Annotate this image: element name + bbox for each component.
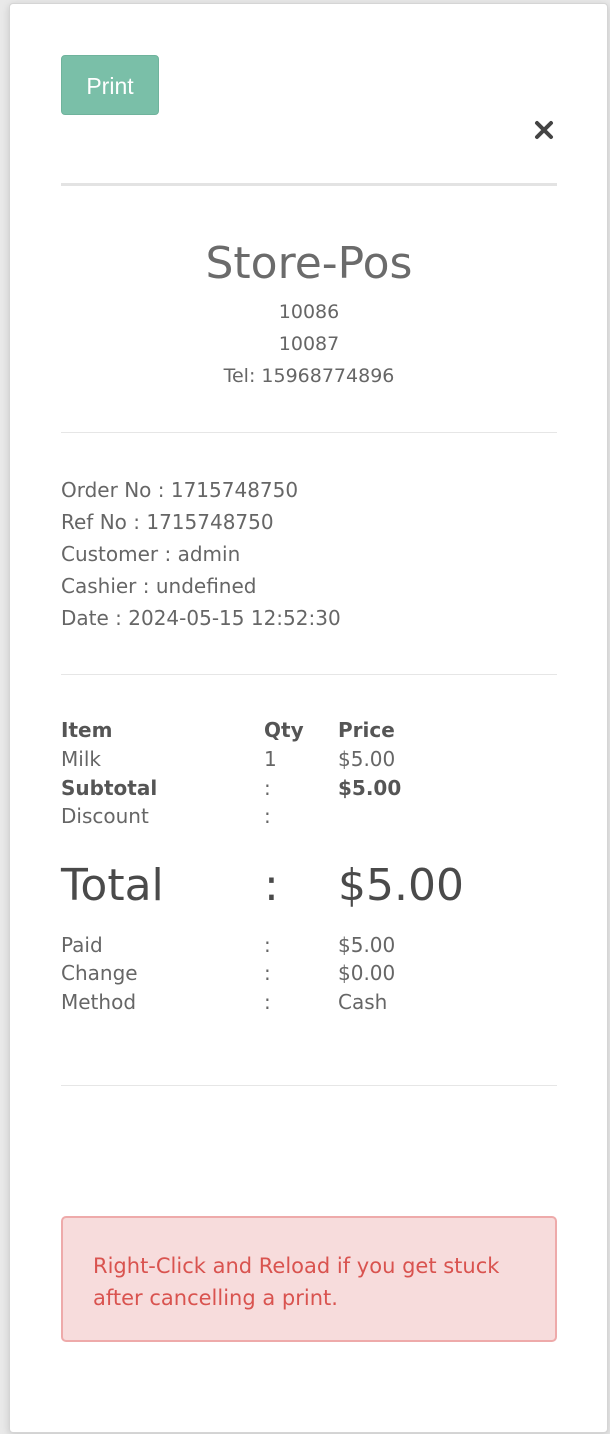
table-row: Milk 1 $5.00 xyxy=(61,745,557,773)
header-divider xyxy=(61,183,557,186)
table-header: Item Qty Price xyxy=(61,716,557,744)
divider xyxy=(61,674,557,675)
close-icon xyxy=(535,121,553,139)
method-row: Method : Cash xyxy=(61,988,557,1016)
total-row: Total : $5.00 xyxy=(61,856,557,916)
discount-separator: : xyxy=(264,804,271,828)
item-price: $5.00 xyxy=(338,747,396,771)
store-tel: Tel: 15968774896 xyxy=(223,365,395,387)
subtotal-row: Subtotal : $5.00 xyxy=(61,774,557,802)
change-value: $0.00 xyxy=(338,961,396,985)
change-label: Change xyxy=(61,961,138,985)
cashier: Cashier : undefined xyxy=(61,574,257,598)
receipt-modal: Print Store-Pos 10086 10087 Tel: 1596877… xyxy=(9,3,608,1433)
total-value: $5.00 xyxy=(338,860,464,911)
customer: Customer : admin xyxy=(61,542,241,566)
print-button[interactable]: Print xyxy=(61,55,159,115)
discount-label: Discount xyxy=(61,804,149,828)
total-label: Total xyxy=(61,860,164,911)
method-value: Cash xyxy=(338,990,388,1014)
store-name: Store-Pos xyxy=(205,238,413,289)
item-name: Milk xyxy=(61,747,101,771)
ref-number: Ref No : 1715748750 xyxy=(61,510,274,534)
paid-row: Paid : $5.00 xyxy=(61,931,557,959)
column-header-item: Item xyxy=(61,718,113,742)
method-separator: : xyxy=(264,990,271,1014)
close-button[interactable] xyxy=(528,114,560,146)
paid-value: $5.00 xyxy=(338,933,396,957)
alert-message: Right-Click and Reload if you get stuck … xyxy=(93,1254,500,1310)
subtotal-label: Subtotal xyxy=(61,776,158,800)
paid-separator: : xyxy=(264,933,271,957)
store-address-line-2: 10087 xyxy=(278,333,340,355)
order-date: Date : 2024-05-15 12:52:30 xyxy=(61,606,341,630)
change-separator: : xyxy=(264,961,271,985)
order-number: Order No : 1715748750 xyxy=(61,478,299,502)
store-address-line-1: 10086 xyxy=(278,301,340,323)
paid-label: Paid xyxy=(61,933,103,957)
subtotal-separator: : xyxy=(264,776,271,800)
column-header-price: Price xyxy=(338,718,395,742)
column-header-qty: Qty xyxy=(264,718,304,742)
alert-warning: Right-Click and Reload if you get stuck … xyxy=(61,1216,557,1342)
item-qty: 1 xyxy=(264,747,277,771)
subtotal-value: $5.00 xyxy=(338,776,402,800)
change-row: Change : $0.00 xyxy=(61,959,557,987)
discount-row: Discount : xyxy=(61,802,557,830)
total-separator: : xyxy=(264,860,279,911)
method-label: Method xyxy=(61,990,137,1014)
divider xyxy=(61,1085,557,1086)
divider xyxy=(61,432,557,433)
